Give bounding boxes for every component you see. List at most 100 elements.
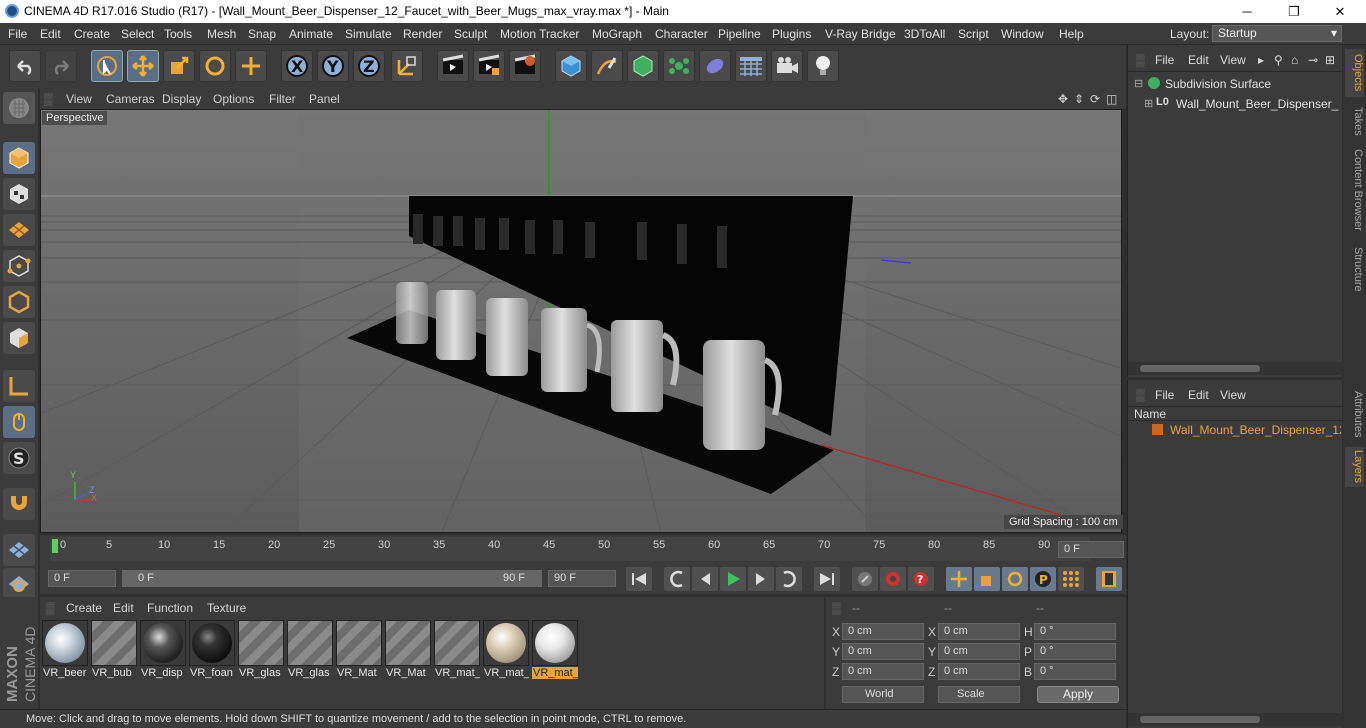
frame-range-slider[interactable]: 0 F 90 F xyxy=(122,570,542,587)
material-name[interactable]: VR_mat_ xyxy=(532,667,578,679)
layout-dropdown[interactable]: Startup ▾ xyxy=(1212,25,1342,42)
previous-key-button[interactable] xyxy=(664,567,690,591)
model-mode-button[interactable] xyxy=(3,142,35,174)
horizontal-scrollbar[interactable] xyxy=(1128,362,1343,375)
material-name[interactable]: VR_mat_ xyxy=(483,667,529,679)
layer-color-swatch[interactable] xyxy=(1152,424,1163,435)
menu-motion-tracker[interactable]: Motion Tracker xyxy=(500,27,579,41)
coordinate-system-button[interactable] xyxy=(391,50,423,82)
menu-character[interactable]: Character xyxy=(655,27,708,41)
points-mode-button[interactable] xyxy=(3,250,35,282)
start-frame-field[interactable]: 0 F xyxy=(48,570,116,587)
menu-plugins[interactable]: Plugins xyxy=(772,27,811,41)
menu-help[interactable]: Help xyxy=(1059,27,1084,41)
tab-objects[interactable]: Objects xyxy=(1345,49,1364,97)
objects-menu-file[interactable]: File xyxy=(1155,53,1174,67)
pen-spline-button[interactable] xyxy=(591,50,623,82)
keyframe-selection-button[interactable]: ? xyxy=(908,567,934,591)
viewport-menu-view[interactable]: View xyxy=(66,92,92,106)
scrollbar-thumb[interactable] xyxy=(1140,716,1260,723)
rot-b-field[interactable]: 0 ° xyxy=(1034,663,1116,680)
material-name[interactable]: VR_glas xyxy=(287,667,333,679)
x-axis-lock-button[interactable]: X xyxy=(281,50,313,82)
menu-animate[interactable]: Animate xyxy=(289,27,333,41)
polygons-mode-button[interactable] xyxy=(3,322,35,354)
viewport-menu-cameras[interactable]: Cameras xyxy=(106,92,155,106)
size-x-field[interactable]: 0 cm xyxy=(938,623,1020,640)
viewport-menu-panel[interactable]: Panel xyxy=(309,92,340,106)
make-editable-button[interactable] xyxy=(3,92,35,124)
tree-collapse-icon[interactable]: ⊟ xyxy=(1134,77,1143,90)
cube-object-button[interactable] xyxy=(555,50,587,82)
undo-button[interactable] xyxy=(9,50,41,82)
material-name[interactable]: VR_disp xyxy=(140,667,186,679)
material-swatch[interactable] xyxy=(91,620,137,666)
cloner-button[interactable] xyxy=(663,50,695,82)
playhead-marker[interactable] xyxy=(52,539,58,553)
axis-mode-button[interactable] xyxy=(3,370,35,402)
search-icon[interactable]: ⚲ xyxy=(1274,53,1283,67)
link-icon[interactable]: ⊸ xyxy=(1308,53,1318,67)
pos-z-field[interactable]: 0 cm xyxy=(842,663,924,680)
tweak-mode-button[interactable] xyxy=(3,406,35,438)
tree-expand-icon[interactable]: ⊞ xyxy=(1144,97,1153,110)
menu-render[interactable]: Render xyxy=(403,27,442,41)
pos-x-field[interactable]: 0 cm xyxy=(842,623,924,640)
rot-h-field[interactable]: 0 ° xyxy=(1034,623,1116,640)
material-name[interactable]: VR_Mat xyxy=(385,667,431,679)
menu-edit[interactable]: Edit xyxy=(40,27,61,41)
solo-mode-button[interactable]: S xyxy=(3,442,35,474)
go-to-start-button[interactable] xyxy=(626,567,652,591)
edges-mode-button[interactable] xyxy=(3,286,35,318)
viewport-rotate-icon[interactable]: ⟳ xyxy=(1090,92,1100,106)
tab-takes[interactable]: Takes xyxy=(1345,103,1364,139)
texture-mode-button[interactable] xyxy=(3,178,35,210)
material-swatch[interactable] xyxy=(532,620,578,666)
menu-sculpt[interactable]: Sculpt xyxy=(454,27,487,41)
material-menu-texture[interactable]: Texture xyxy=(207,601,246,615)
redo-button[interactable] xyxy=(45,50,77,82)
record-keys-button[interactable] xyxy=(852,567,878,591)
end-frame-field[interactable]: 90 F xyxy=(548,570,616,587)
objects-menu-edit[interactable]: Edit xyxy=(1188,53,1209,67)
tab-layers[interactable]: Layers xyxy=(1345,447,1364,487)
menu-3dtoall[interactable]: 3DToAll xyxy=(904,27,945,41)
layers-menu-edit[interactable]: Edit xyxy=(1188,388,1209,402)
object-row-subdivision[interactable]: ⊟ Subdivision Surface xyxy=(1132,76,1337,94)
material-swatch[interactable] xyxy=(42,620,88,666)
viewport-menu-display[interactable]: Display xyxy=(162,92,201,106)
render-view-button[interactable] xyxy=(437,50,469,82)
next-frame-button[interactable] xyxy=(748,567,774,591)
tab-attributes[interactable]: Attributes xyxy=(1345,385,1364,443)
autokey-button[interactable] xyxy=(880,567,906,591)
render-settings-button[interactable] xyxy=(509,50,541,82)
workplane-mode-button[interactable] xyxy=(3,214,35,246)
size-z-field[interactable]: 0 cm xyxy=(938,663,1020,680)
transform-tool-button[interactable] xyxy=(235,50,267,82)
close-button[interactable]: ✕ xyxy=(1320,2,1360,21)
next-key-button[interactable] xyxy=(776,567,802,591)
home-icon[interactable]: ⌂ xyxy=(1291,53,1298,67)
current-frame-field[interactable]: 0 F xyxy=(1058,541,1124,558)
record-position-button[interactable] xyxy=(946,567,972,591)
material-swatch[interactable] xyxy=(140,620,186,666)
material-menu-create[interactable]: Create xyxy=(66,601,102,615)
tab-content-browser[interactable]: Content Browser xyxy=(1345,145,1364,235)
workplane-lock-button[interactable] xyxy=(3,568,35,600)
menu-pipeline[interactable]: Pipeline xyxy=(718,27,761,41)
menu-snap[interactable]: Snap xyxy=(248,27,276,41)
material-swatch[interactable] xyxy=(434,620,480,666)
timeline-window-button[interactable] xyxy=(1096,567,1122,591)
scrollbar-thumb[interactable] xyxy=(1140,365,1260,372)
viewport-menu-options[interactable]: Options xyxy=(213,92,254,106)
coordinate-space-dropdown[interactable]: World xyxy=(842,686,924,703)
material-name[interactable]: VR_bub xyxy=(91,667,137,679)
scale-tool-button[interactable] xyxy=(163,50,195,82)
material-name[interactable]: VR_mat_ xyxy=(434,667,480,679)
perspective-viewport[interactable]: Y X Z xyxy=(40,109,1122,533)
menu-script[interactable]: Script xyxy=(958,27,989,41)
workplane-toggle-button[interactable] xyxy=(3,534,35,566)
timeline-ruler[interactable]: 0 5 10 15 20 25 30 35 40 45 50 55 60 65 … xyxy=(40,535,1126,563)
expand-icon[interactable]: ⊞ xyxy=(1325,53,1335,67)
go-to-end-button[interactable] xyxy=(814,567,840,591)
